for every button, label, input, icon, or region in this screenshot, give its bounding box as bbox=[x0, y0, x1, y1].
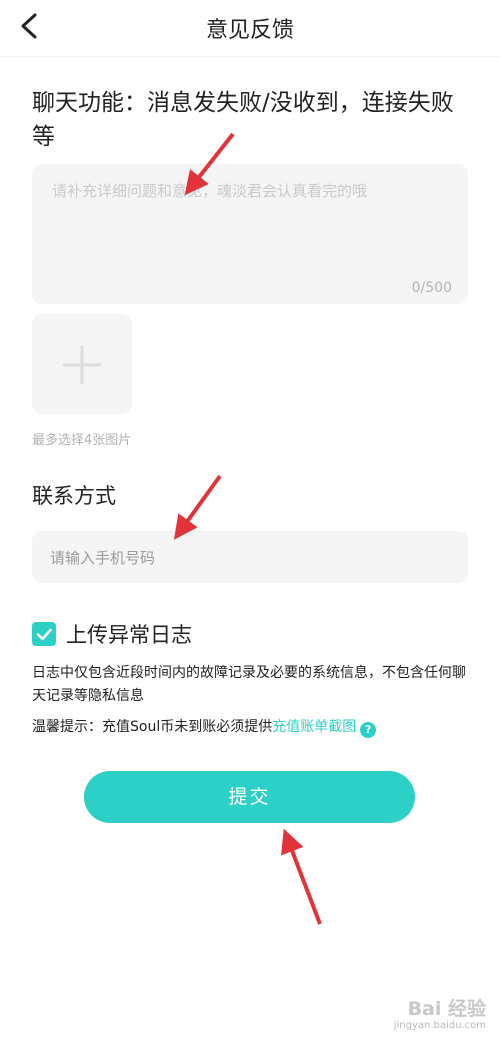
recharge-tip: 温馨提示：充值Soul币未到账必须提供充值账单截图? bbox=[32, 716, 377, 738]
phone-input-container[interactable] bbox=[32, 531, 468, 585]
submit-button[interactable]: 提交 bbox=[84, 771, 415, 823]
watermark-url: jingyan.baidu.com bbox=[393, 1020, 486, 1031]
phone-input[interactable] bbox=[48, 531, 452, 585]
upload-log-label[interactable]: 上传异常日志 bbox=[66, 619, 192, 649]
feedback-category-title: 聊天功能：消息发失败/没收到，连接失败等 bbox=[32, 90, 454, 150]
baidu-jingyan-watermark: Bai 经验 jingyan.baidu.com bbox=[382, 994, 492, 1038]
image-limit-hint: 最多选择4张图片 bbox=[32, 433, 132, 448]
feedback-textarea[interactable] bbox=[50, 178, 454, 272]
help-icon[interactable]: ? bbox=[360, 722, 377, 738]
annotation-arrows bbox=[173, 132, 322, 925]
log-privacy-note: 日志中仅包含近段时间内的故障记录及必要的系统信息，不包含任何聊天记录等隐私信息 bbox=[32, 665, 466, 704]
upload-log-checkbox[interactable] bbox=[32, 622, 56, 646]
annotation-arrow-3 bbox=[281, 828, 322, 925]
character-counter: 0/500 bbox=[411, 280, 452, 296]
recharge-screenshot-link[interactable]: 充值账单截图 bbox=[272, 719, 356, 735]
header-divider bbox=[0, 56, 500, 57]
watermark-logo: Bai 经验 bbox=[407, 998, 486, 1020]
add-image-button[interactable] bbox=[32, 314, 132, 414]
plus-icon bbox=[63, 346, 101, 384]
contact-label: 联系方式 bbox=[32, 484, 116, 508]
tip-text: 温馨提示：充值Soul币未到账必须提供 bbox=[32, 719, 273, 735]
checkmark-icon bbox=[36, 628, 52, 641]
annotation-arrow-2 bbox=[173, 474, 222, 540]
page-title: 意见反馈 bbox=[205, 18, 294, 43]
feedback-textarea-container[interactable]: 0/500 bbox=[32, 164, 468, 304]
top-bar: 意见反馈 bbox=[0, 0, 500, 52]
